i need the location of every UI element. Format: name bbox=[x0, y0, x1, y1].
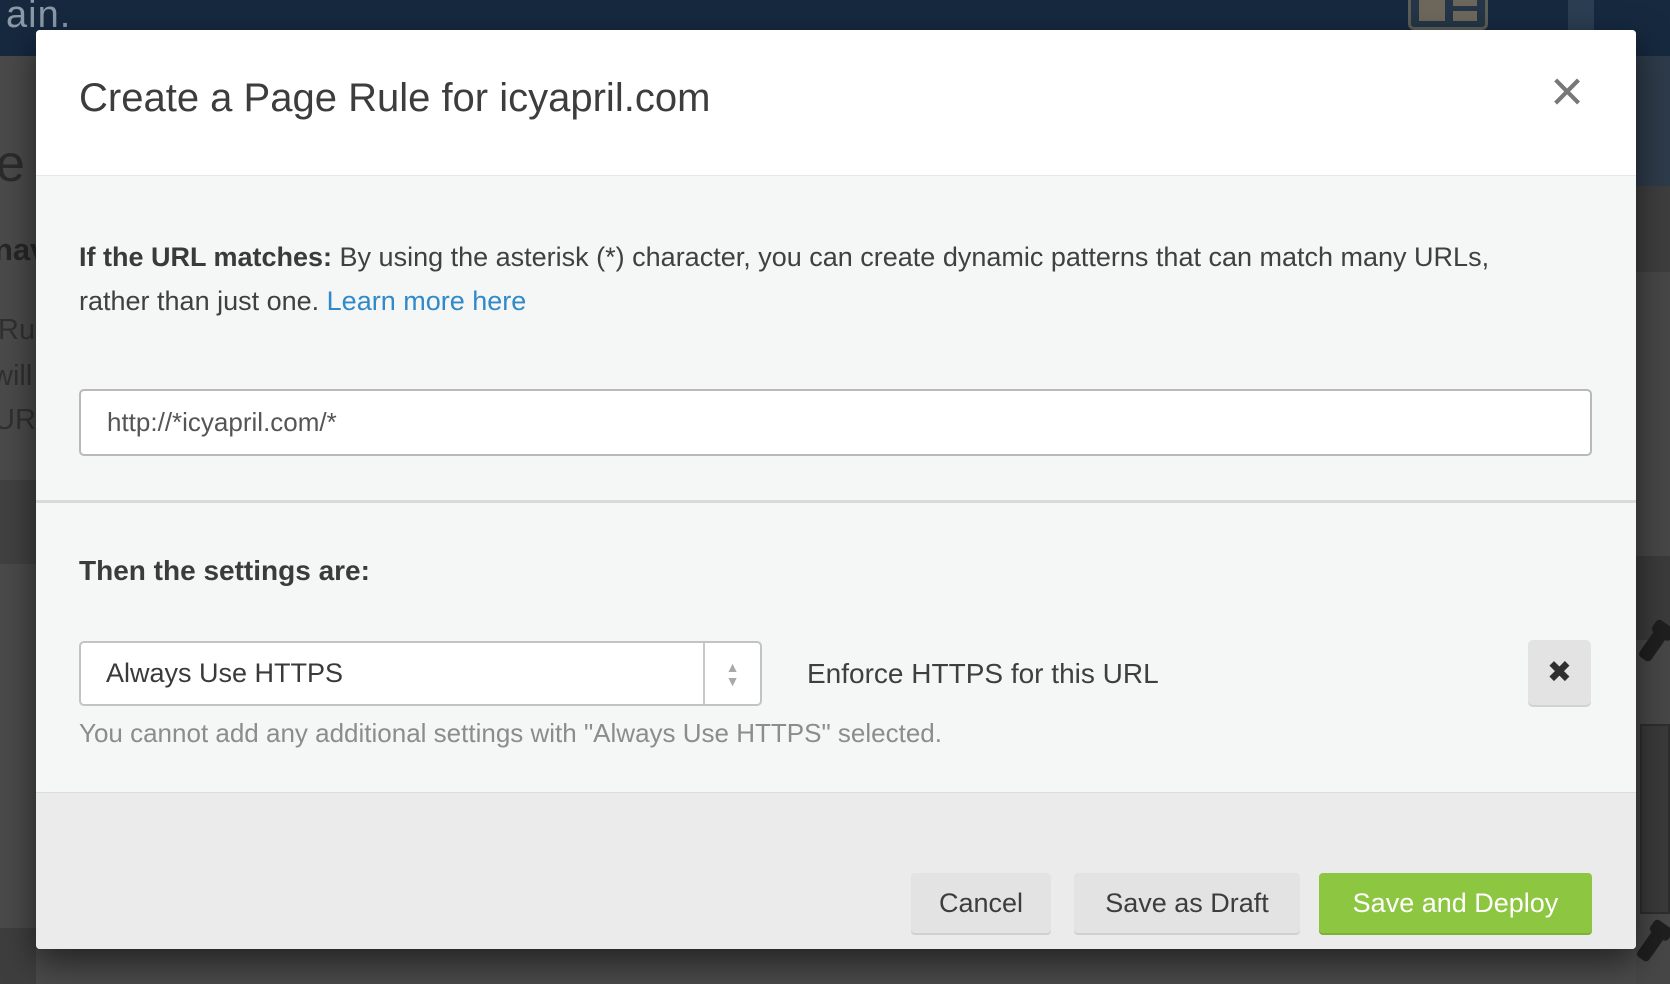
background-band bbox=[0, 480, 36, 564]
url-match-description: If the URL matches: By using the asteris… bbox=[79, 235, 1554, 323]
background-text-fragment: will bbox=[0, 360, 32, 393]
settings-heading: Then the settings are: bbox=[79, 555, 370, 587]
chevron-up-icon: ▲ bbox=[726, 661, 740, 673]
background-text-fragment: UR bbox=[0, 404, 36, 437]
chevron-down-icon: ▼ bbox=[726, 675, 740, 687]
background-right-page-edge bbox=[1636, 56, 1670, 984]
background-left-page-edge: e nav Ru will UR bbox=[0, 56, 36, 984]
create-page-rule-modal: Create a Page Rule for icyapril.com × If… bbox=[36, 30, 1636, 949]
cancel-button[interactable]: Cancel bbox=[911, 873, 1051, 933]
setting-select-value: Always Use HTTPS bbox=[81, 643, 703, 704]
close-icon[interactable]: × bbox=[1532, 60, 1602, 130]
url-pattern-input[interactable] bbox=[79, 389, 1592, 456]
setting-description: Enforce HTTPS for this URL bbox=[807, 641, 1159, 706]
grid-view-icon bbox=[1419, 0, 1445, 21]
background-band bbox=[1636, 56, 1670, 186]
modal-title: Create a Page Rule for icyapril.com bbox=[79, 76, 710, 121]
background-text-fragment: nav bbox=[0, 232, 36, 268]
remove-setting-button[interactable]: ✖ bbox=[1528, 640, 1591, 705]
background-text-fragment: e bbox=[0, 134, 25, 194]
section-divider bbox=[36, 500, 1636, 503]
background-band bbox=[1640, 724, 1670, 914]
save-and-deploy-button[interactable]: Save and Deploy bbox=[1319, 873, 1592, 933]
background-band bbox=[1636, 186, 1670, 272]
url-match-label: If the URL matches: bbox=[79, 242, 332, 272]
save-as-draft-button[interactable]: Save as Draft bbox=[1074, 873, 1300, 933]
learn-more-link[interactable]: Learn more here bbox=[327, 286, 527, 316]
setting-select[interactable]: Always Use HTTPS ▲ ▼ bbox=[79, 641, 762, 706]
select-stepper[interactable]: ▲ ▼ bbox=[703, 643, 760, 704]
remove-x-icon: ✖ bbox=[1547, 655, 1572, 690]
setting-note: You cannot add any additional settings w… bbox=[79, 718, 942, 749]
modal-body: If the URL matches: By using the asteris… bbox=[36, 177, 1636, 792]
background-text-fragment: Ru bbox=[0, 314, 35, 347]
modal-header: Create a Page Rule for icyapril.com × bbox=[36, 30, 1636, 176]
layout-toggle-icon bbox=[1408, 0, 1488, 30]
wrench-icon bbox=[1636, 927, 1666, 963]
modal-footer: Cancel Save as Draft Save and Deploy bbox=[36, 792, 1636, 949]
list-view-icon bbox=[1453, 0, 1477, 21]
background-nav-icon bbox=[1568, 0, 1594, 34]
background-band bbox=[0, 928, 36, 984]
